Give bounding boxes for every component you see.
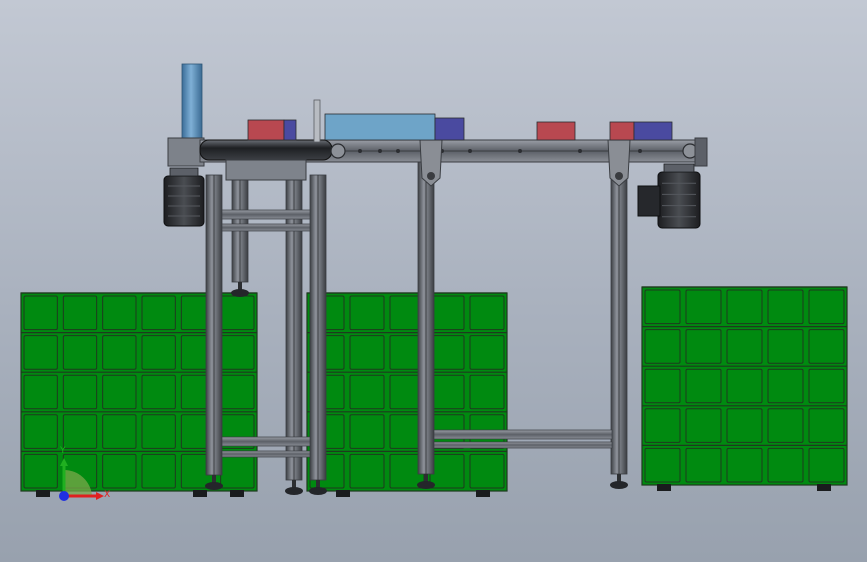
lift-cylinder [181,63,203,145]
pallet-stack-right [641,286,848,491]
guide-post [313,99,321,143]
rail-bolt [358,149,362,153]
hanger-pivot [615,172,623,180]
rail-bolt [396,149,400,153]
carton-box [536,121,576,141]
leveling-foot-stem [424,474,428,482]
motor-body [657,171,701,229]
leveling-foot-stem [292,480,296,488]
pallet-foot [193,490,207,497]
motor-flange [169,167,199,177]
frame-cross-beam [221,450,311,458]
left-drive-motor [163,167,205,227]
leveling-foot-stem [212,475,216,483]
pallet-stack-body [306,292,508,492]
drive-roller [199,139,333,161]
pallet-stack-middle [306,292,508,497]
pallet-foot [817,484,831,491]
triad-x-label: X [104,490,110,500]
pallet-foot [230,490,244,497]
pallet-stack-body [641,286,848,486]
rail-bolt [378,149,382,153]
frame-cross-beam [221,436,311,447]
frame-cross-beam [221,209,311,220]
triad-x-arrow [96,492,104,500]
carton-box [247,119,285,141]
leveling-foot-pad [205,482,223,490]
leveling-foot-pad [309,487,327,495]
leveling-foot-pad [285,487,303,495]
triad-z-origin [59,491,69,501]
right-end-cap [694,137,708,167]
rail-bolt [468,149,472,153]
carton-box [324,113,436,141]
leveling-foot-pad [231,289,249,297]
frame-cross-beam [433,441,613,449]
pallet-foot [336,490,350,497]
motor-body [163,175,205,227]
leveling-foot-pad [610,481,628,489]
leveling-foot-stem [617,474,621,482]
cad-viewport[interactable]: X Y [0,0,867,562]
pallet-foot [476,490,490,497]
pallet-foot [36,490,50,497]
frame-cross-beam [221,223,311,232]
idler-wheel [330,143,346,159]
rail-bolt [518,149,522,153]
hanger-pivot [427,172,435,180]
pallet-foot [657,484,671,491]
left-drive-housing [167,137,205,167]
leveling-foot-pad [417,481,435,489]
carton-box [609,121,635,141]
gearbox [637,185,661,217]
assembly-drawing[interactable]: X Y [0,0,867,562]
roller-support-bracket [225,159,307,181]
leveling-foot-stem [238,282,242,290]
carton-box [633,121,673,141]
carton-box [434,117,465,141]
rail-bolt [578,149,582,153]
motor-flange [663,163,695,173]
rail-bolt [638,149,642,153]
frame-cross-beam [433,429,613,440]
right-drive-motor [657,163,701,229]
triad-y-label: Y [59,446,66,456]
carton-box [283,119,297,141]
leveling-foot-stem [316,480,320,488]
